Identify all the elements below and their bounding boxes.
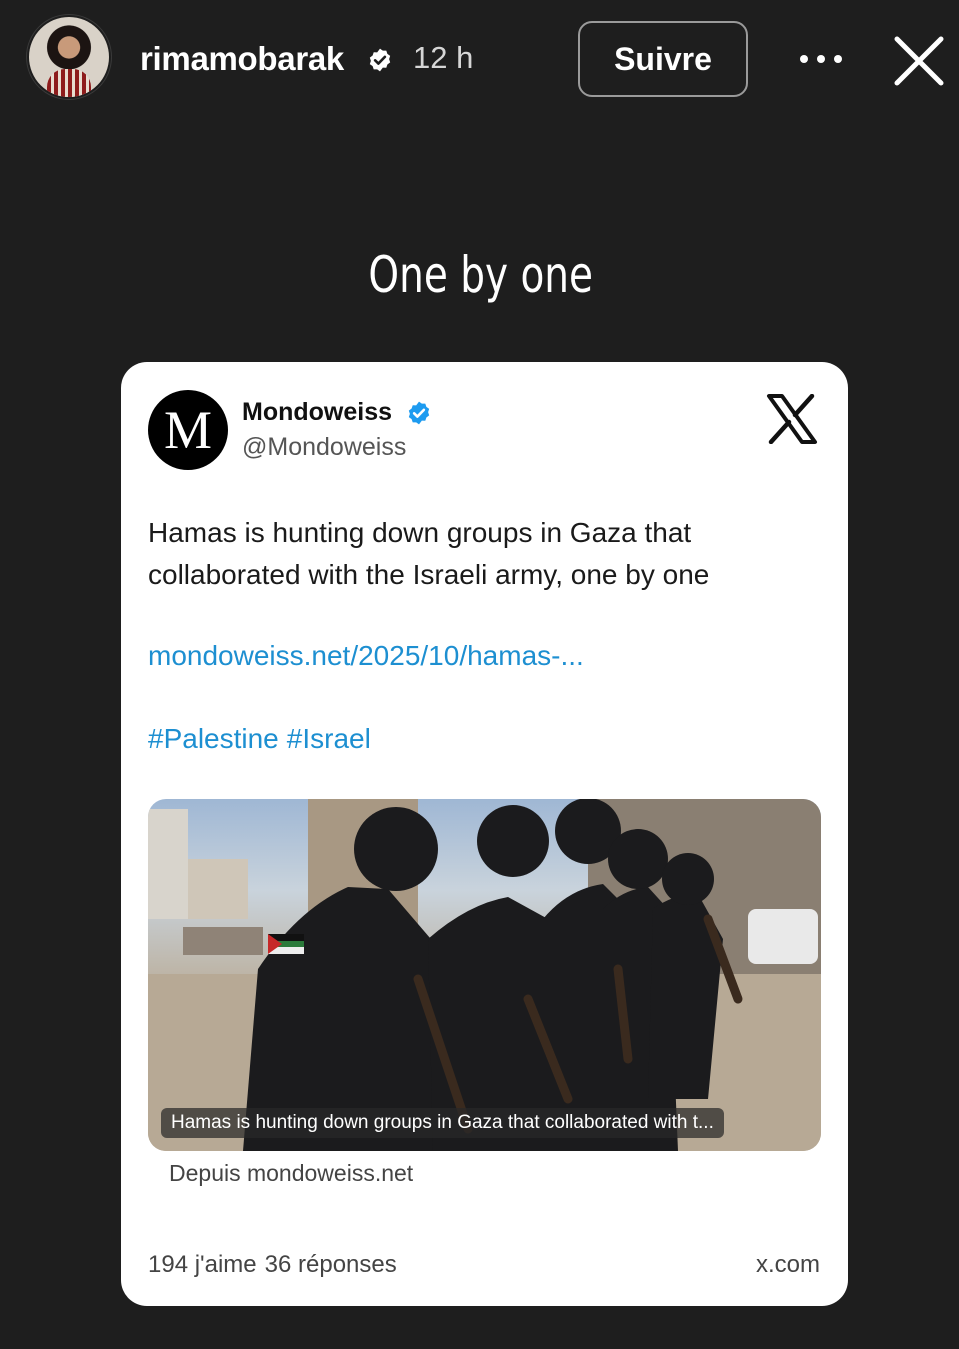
likes-count: 194 j'aime bbox=[148, 1251, 257, 1278]
post-stats: 194 j'aime 36 réponses bbox=[148, 1251, 405, 1279]
profile-avatar[interactable] bbox=[29, 17, 109, 97]
more-horizontal-icon[interactable] bbox=[800, 50, 842, 68]
story-timestamp: 12 h bbox=[413, 40, 474, 75]
embedded-post-card[interactable]: M Mondoweiss @Mondoweiss Hamas is huntin… bbox=[121, 362, 848, 1306]
source-domain[interactable]: x.com bbox=[756, 1251, 820, 1279]
post-text: Hamas is hunting down groups in Gaza tha… bbox=[148, 517, 710, 590]
account-name: Mondoweiss bbox=[242, 398, 393, 426]
replies-count: 36 réponses bbox=[264, 1251, 397, 1278]
post-link[interactable]: mondoweiss.net/2025/10/hamas-... bbox=[148, 640, 584, 672]
hashtag-palestine[interactable]: #Palestine bbox=[148, 723, 279, 754]
avatar-figure bbox=[47, 69, 91, 97]
link-source[interactable]: Depuis mondoweiss.net bbox=[169, 1160, 413, 1187]
verified-badge-icon bbox=[369, 48, 391, 72]
close-icon[interactable] bbox=[892, 34, 946, 88]
follow-button[interactable]: Suivre bbox=[578, 21, 748, 97]
hashtags: #Palestine #Israel bbox=[148, 723, 379, 755]
verified-blue-icon bbox=[408, 401, 430, 425]
account-handle: @Mondoweiss bbox=[242, 433, 407, 461]
hashtag-israel[interactable]: #Israel bbox=[287, 723, 371, 754]
story-username[interactable]: rimamobarak bbox=[140, 40, 344, 78]
account-logo: M bbox=[148, 390, 228, 470]
story-caption: One by one bbox=[368, 246, 594, 304]
media-caption: Hamas is hunting down groups in Gaza tha… bbox=[161, 1108, 724, 1138]
post-media-image[interactable]: Hamas is hunting down groups in Gaza tha… bbox=[148, 799, 821, 1151]
x-logo-icon bbox=[767, 394, 817, 444]
media-illustration bbox=[148, 799, 821, 1151]
